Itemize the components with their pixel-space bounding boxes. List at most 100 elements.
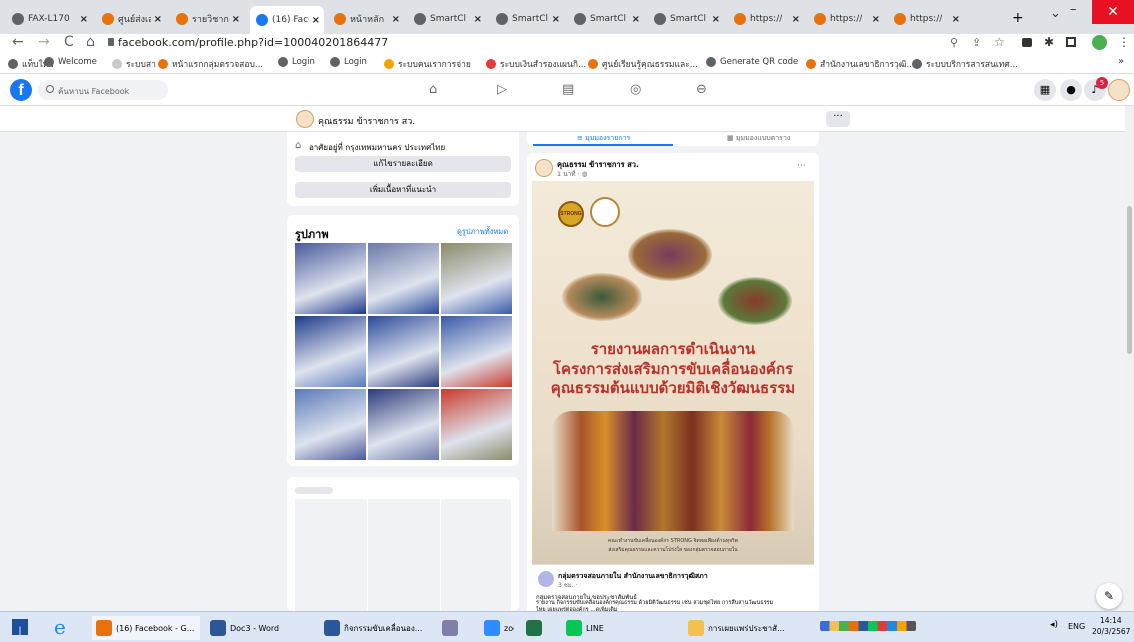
bookmark-item[interactable]: สำนักงานเลขาธิการวุฒิ...	[806, 57, 915, 71]
taskbar-app-button[interactable]: Doc3 - Word	[206, 616, 314, 640]
bookmark-item[interactable]: ระบบเงินสำรองแผนกิ...	[486, 57, 586, 71]
photo-thumbnail[interactable]	[295, 243, 366, 314]
grid-view-tab[interactable]: ▦ มุมมองแบบตาราง	[727, 133, 790, 144]
taskbar-app-button[interactable]: (16) Facebook - G...	[92, 616, 200, 640]
puzzle-icon[interactable]: ✱	[1044, 35, 1054, 49]
volume-icon[interactable]: ◂)	[1050, 620, 1058, 630]
bookmark-item[interactable]: หน้าแรกกลุ่มตรวจสอบ...	[158, 57, 263, 71]
bookmark-item[interactable]: Login	[278, 57, 315, 67]
browser-tab[interactable]: (16) Face×	[250, 6, 324, 34]
post-author-avatar[interactable]	[535, 159, 553, 177]
extension-icon[interactable]	[1022, 38, 1032, 47]
bookmark-item[interactable]: ระบบบริการสารสนเทศ...	[912, 57, 1018, 71]
photo-thumbnail[interactable]	[368, 243, 439, 314]
browser-tab[interactable]: https:// ×	[888, 8, 964, 30]
star-icon[interactable]: ☆	[994, 35, 1005, 49]
tab-close-icon[interactable]: ×	[229, 14, 240, 25]
browser-tab[interactable]: FAX-L170 ×	[6, 8, 92, 30]
tab-close-icon[interactable]: ×	[549, 14, 560, 25]
tab-close-icon[interactable]: ×	[629, 14, 640, 25]
browser-tab[interactable]: SmartCl ×	[648, 8, 724, 30]
photo-thumbnail[interactable]	[441, 243, 512, 314]
photo-thumbnail[interactable]	[295, 316, 366, 387]
tab-close-icon[interactable]: ×	[389, 14, 400, 25]
browser-tab[interactable]: หน้าหลัก ×	[328, 8, 404, 30]
see-all-photos-link[interactable]: ดูรูปภาพทั้งหมด	[457, 226, 508, 238]
add-featured-button[interactable]: เพิ่มเนื้อหาที่แนะนำ	[295, 182, 511, 198]
bookmark-item[interactable]: Welcome	[44, 57, 97, 67]
address-bar[interactable]: facebook.com/profile.php?id=100040201864…	[118, 36, 388, 49]
photo-thumbnail[interactable]	[441, 389, 512, 460]
taskbar-app-button[interactable]: zoom	[480, 616, 514, 640]
clock-date[interactable]: 20/3/2567	[1092, 627, 1130, 636]
bookmark-item[interactable]: Login	[330, 57, 367, 67]
tab-close-icon[interactable]: ×	[471, 14, 482, 25]
facebook-search-input[interactable]: ค้นหาบน Facebook	[38, 80, 168, 100]
tab-close-icon[interactable]: ×	[77, 14, 88, 25]
home-button[interactable]: ⌂	[86, 34, 95, 50]
tab-close-icon[interactable]: ×	[151, 14, 162, 25]
account-avatar[interactable]	[1108, 79, 1130, 101]
bookmark-item[interactable]: ระบบคนเราการจ่าย	[384, 57, 471, 71]
profile-avatar-small[interactable]	[296, 110, 314, 128]
browser-tab[interactable]: https:// ×	[808, 8, 884, 30]
reload-button[interactable]: C	[64, 34, 74, 50]
zoom-icon[interactable]: ⚲	[950, 36, 958, 49]
page-scrollbar[interactable]	[1125, 106, 1134, 611]
fb-groups-icon[interactable]: ◎	[630, 82, 641, 97]
scrollbar-thumb[interactable]	[1127, 206, 1132, 354]
clock-time[interactable]: 14:14	[1100, 616, 1122, 625]
fb-video-icon[interactable]: ▷	[497, 82, 507, 97]
list-view-tab[interactable]: ≡ มุมมองรายการ	[577, 133, 630, 144]
grid-menu-icon[interactable]: ▦	[1034, 79, 1056, 101]
tab-close-icon[interactable]: ×	[309, 15, 320, 26]
browser-tab[interactable]: SmartCl ×	[490, 8, 564, 30]
edit-icon[interactable]: ✎	[1096, 583, 1122, 609]
photo-thumbnail[interactable]	[368, 389, 439, 460]
browser-tab[interactable]: รายวิชาการ×	[170, 8, 244, 30]
tray-icons[interactable]	[820, 621, 916, 631]
chrome-menu-icon[interactable]: ⋮	[1118, 35, 1130, 49]
sidepanel-icon[interactable]	[1066, 37, 1076, 47]
taskbar-app-button[interactable]: LINE	[562, 616, 674, 640]
tab-close-icon[interactable]: ×	[709, 14, 720, 25]
post-time[interactable]: 1 นาที · ◍	[557, 169, 587, 179]
taskbar-app-button[interactable]	[438, 616, 472, 640]
forward-button[interactable]: →	[38, 34, 50, 50]
photo-thumbnail[interactable]	[368, 316, 439, 387]
windows-start-button[interactable]	[12, 619, 28, 635]
profile-avatar-icon[interactable]	[1092, 35, 1107, 50]
shared-post-time[interactable]: 3 ชม. ·	[558, 580, 577, 590]
shared-author-name[interactable]: กลุ่มตรวจสอบภายใน สำนักงานเลขาธิการวุฒิส…	[558, 571, 708, 582]
tab-close-icon[interactable]: ×	[789, 14, 800, 25]
tab-close-icon[interactable]: ×	[869, 14, 880, 25]
edit-details-button[interactable]: แก้ไขรายละเอียด	[295, 156, 511, 172]
messenger-icon[interactable]: ●	[1060, 79, 1082, 101]
fb-gaming-icon[interactable]: ⊖	[696, 82, 707, 97]
bookmark-item[interactable]: ศูนย์เรียนรู้คุณธรรมและ...	[588, 57, 698, 71]
taskbar-app-button[interactable]: การเผยแพร่ประชาสั...	[684, 616, 802, 640]
fb-marketplace-icon[interactable]: ▤	[562, 82, 574, 97]
profile-more-button[interactable]: ···	[826, 111, 850, 127]
browser-tab[interactable]: SmartCl ×	[408, 8, 486, 30]
post-poster-image[interactable]: STRONG รายงานผลการดำเนินงาน โครงการส่งเส…	[532, 181, 814, 564]
new-tab-button[interactable]: +	[1012, 10, 1024, 26]
profile-name[interactable]: คุณธรรม ข้าราชการ สว.	[318, 114, 415, 128]
fb-home-icon[interactable]: ⌂	[429, 82, 437, 97]
close-window-button[interactable]: ✕	[1092, 0, 1134, 24]
taskbar-app-button[interactable]: กิจกรรมขับเคลื่อนอง...	[320, 616, 432, 640]
post-more-button[interactable]: ···	[797, 161, 806, 171]
internet-explorer-icon[interactable]: e	[54, 617, 66, 637]
tab-close-icon[interactable]: ×	[949, 14, 960, 25]
taskbar-app-button[interactable]	[522, 616, 556, 640]
back-button[interactable]: ←	[12, 34, 24, 50]
bookmark-item[interactable]: Generate QR code	[706, 57, 798, 67]
photo-thumbnail[interactable]	[441, 316, 512, 387]
browser-tab[interactable]: ศูนย์ส่งเสริ×	[96, 8, 166, 30]
facebook-logo[interactable]: f	[10, 79, 32, 101]
minimize-button[interactable]: –	[1070, 2, 1077, 17]
share-icon[interactable]: ⇪	[972, 36, 981, 49]
tab-search-button[interactable]: ⌄	[1050, 6, 1061, 21]
shared-author-avatar[interactable]	[538, 571, 554, 587]
bookmarks-overflow-button[interactable]: »	[1118, 56, 1124, 67]
